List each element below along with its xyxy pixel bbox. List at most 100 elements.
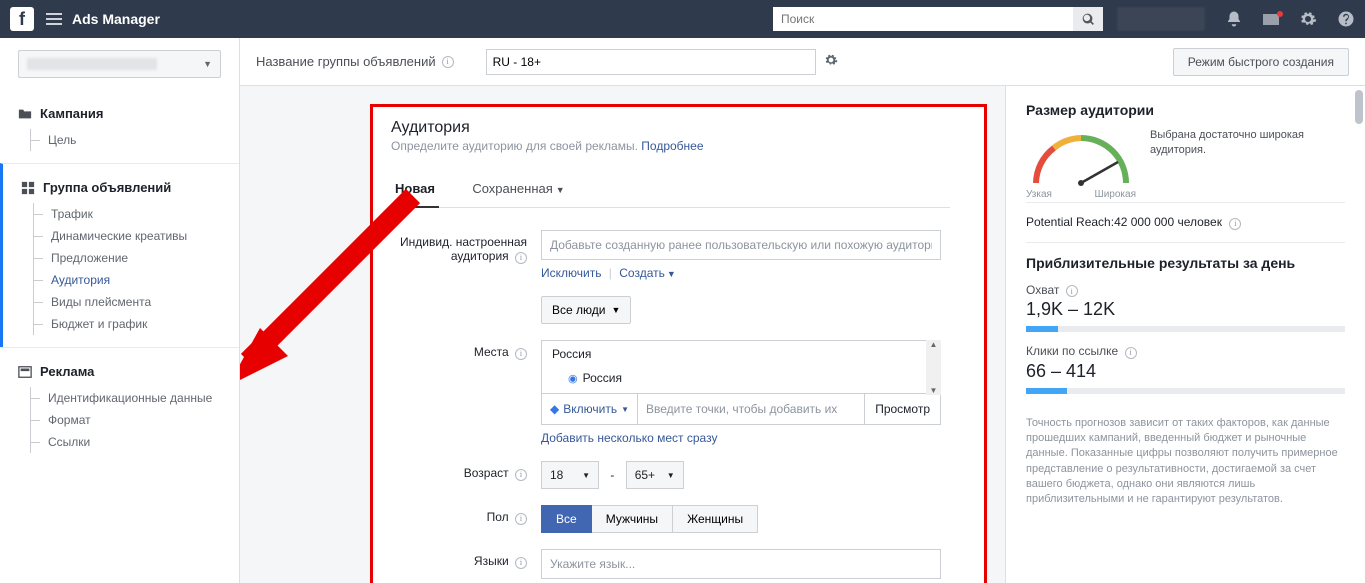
languages-input[interactable] <box>541 549 941 579</box>
scrollbar-thumb[interactable] <box>1355 90 1363 124</box>
topbar: f Ads Manager <box>0 0 1365 38</box>
menu-icon[interactable] <box>46 13 62 25</box>
nav-head-ad[interactable]: Реклама <box>0 358 239 385</box>
info-icon[interactable] <box>515 252 527 264</box>
age-max-select[interactable]: 65+▼ <box>626 461 684 489</box>
age-min-select[interactable]: 18▼ <box>541 461 599 489</box>
nav-item[interactable]: Бюджет и график <box>3 313 239 335</box>
info-icon[interactable] <box>515 348 527 360</box>
create-link[interactable]: Создать▼ <box>619 266 676 280</box>
nav-item[interactable]: Трафик <box>3 203 239 225</box>
audience-section: Аудитория Определите аудиторию для своей… <box>370 104 987 583</box>
everyone-select[interactable]: Все люди▼ <box>541 296 631 324</box>
help-icon[interactable] <box>1337 10 1355 28</box>
account-select[interactable]: ▼ <box>18 50 221 78</box>
audience-size-title: Размер аудитории <box>1026 102 1345 118</box>
audience-tabs: Новая Сохраненная▼ <box>391 173 950 208</box>
info-icon[interactable] <box>515 513 527 525</box>
section-desc: Определите аудиторию для своей рекламы. … <box>391 139 950 153</box>
chevron-down-icon: ▼ <box>611 305 620 315</box>
facebook-logo[interactable]: f <box>10 7 34 31</box>
right-column: Размер аудитории УзкаяШирокая В <box>1005 86 1365 583</box>
account-chip[interactable] <box>1117 7 1205 31</box>
tab-saved[interactable]: Сохраненная▼ <box>468 173 568 206</box>
info-icon[interactable] <box>1229 218 1241 230</box>
nav-item[interactable]: Идентификационные данные <box>0 387 239 409</box>
adset-name-settings-icon[interactable] <box>824 53 838 70</box>
adset-name-input[interactable] <box>486 49 816 75</box>
settings-icon[interactable] <box>1299 10 1317 28</box>
nav-head-adset[interactable]: Группа объявлений <box>3 174 239 201</box>
search-icon <box>1082 13 1095 26</box>
gender-segmented: Все Мужчины Женщины <box>541 505 758 533</box>
metric-clicks-label: Клики по ссылке <box>1026 344 1345 359</box>
location-view-button[interactable]: Просмотр <box>864 394 940 424</box>
location-input[interactable] <box>638 394 864 424</box>
metric-reach-value: 1,9K – 12K <box>1026 299 1345 320</box>
chevron-down-icon: ▼ <box>556 185 565 195</box>
search-input[interactable] <box>773 7 1073 31</box>
nav-list-campaign: Цель <box>0 129 239 151</box>
nav-head-label: Группа объявлений <box>43 180 171 195</box>
app-title: Ads Manager <box>72 11 160 27</box>
potential-reach: Potential Reach:42 000 000 человек <box>1026 215 1345 230</box>
nav-item[interactable]: Динамические креативы <box>3 225 239 247</box>
main: Название группы объявлений Режим быстрог… <box>240 38 1365 583</box>
info-icon[interactable] <box>1125 347 1137 359</box>
ad-icon <box>18 365 32 379</box>
gauge-broad-label: Широкая <box>1095 189 1136 200</box>
locations-box: Россия ◉ Россия ◆Включить▼ Просмотр <box>541 340 941 425</box>
location-item[interactable]: ◉ Россия <box>542 367 940 393</box>
metric-clicks-value: 66 – 414 <box>1026 361 1345 382</box>
nav-section-adset: Группа объявлений Трафик Динамические кр… <box>0 163 239 347</box>
metric-clicks-bar <box>1026 388 1345 394</box>
notifications-icon[interactable] <box>1225 10 1243 28</box>
custom-audience-label: Индивид. настроенная аудитория <box>391 230 541 280</box>
metric-reach-label: Охват <box>1026 283 1345 298</box>
flag-icon[interactable] <box>1263 14 1279 25</box>
nav-head-label: Кампания <box>40 106 103 121</box>
nav-item[interactable]: Виды плейсмента <box>3 291 239 313</box>
age-label: Возраст <box>391 461 541 489</box>
form-column: Аудитория Определите аудиторию для своей… <box>240 86 1005 583</box>
folder-icon <box>18 107 32 121</box>
nav-item[interactable]: Ссылки <box>0 431 239 453</box>
pin-icon: ◉ <box>568 372 578 385</box>
add-multiple-locations-link[interactable]: Добавить несколько мест сразу <box>541 431 941 445</box>
info-icon[interactable] <box>515 469 527 481</box>
chevron-down-icon: ▼ <box>667 471 675 480</box>
learn-more-link[interactable]: Подробнее <box>641 139 703 153</box>
audience-gauge: УзкаяШирокая <box>1026 128 1136 190</box>
section-title: Аудитория <box>391 119 950 137</box>
gender-male-button[interactable]: Мужчины <box>591 505 673 533</box>
gender-female-button[interactable]: Женщины <box>672 505 758 533</box>
location-country-header: Россия <box>542 341 940 367</box>
nav-item[interactable]: Предложение <box>3 247 239 269</box>
nav-item-audience[interactable]: Аудитория <box>3 269 239 291</box>
info-icon[interactable] <box>442 56 454 68</box>
tab-new[interactable]: Новая <box>391 173 439 208</box>
nav-list-ad: Идентификационные данные Формат Ссылки <box>0 387 239 453</box>
nav-head-label: Реклама <box>40 364 94 379</box>
subheader: Название группы объявлений Режим быстрог… <box>240 38 1365 86</box>
chevron-down-icon: ▼ <box>667 269 676 279</box>
estimated-results-title: Приблизительные результаты за день <box>1026 255 1345 271</box>
languages-label: Языки <box>391 549 541 579</box>
search-button[interactable] <box>1073 7 1103 31</box>
exclude-link[interactable]: Исключить <box>541 266 601 280</box>
nav-item-goal[interactable]: Цель <box>0 129 239 151</box>
gauge-narrow-label: Узкая <box>1026 189 1052 200</box>
gender-label: Пол <box>391 505 541 533</box>
quick-creation-button[interactable]: Режим быстрого создания <box>1173 48 1349 76</box>
scrollbar[interactable]: ▲▼ <box>926 340 941 395</box>
nav-section-ad: Реклама Идентификационные данные Формат … <box>0 347 239 465</box>
custom-audience-input[interactable] <box>541 230 941 260</box>
gender-all-button[interactable]: Все <box>541 505 592 533</box>
nav-head-campaign[interactable]: Кампания <box>0 100 239 127</box>
info-icon[interactable] <box>1066 285 1078 297</box>
include-toggle[interactable]: ◆Включить▼ <box>542 394 638 424</box>
info-icon[interactable] <box>515 557 527 569</box>
nav-item[interactable]: Формат <box>0 409 239 431</box>
metric-reach-bar <box>1026 326 1345 332</box>
global-search <box>773 7 1103 31</box>
